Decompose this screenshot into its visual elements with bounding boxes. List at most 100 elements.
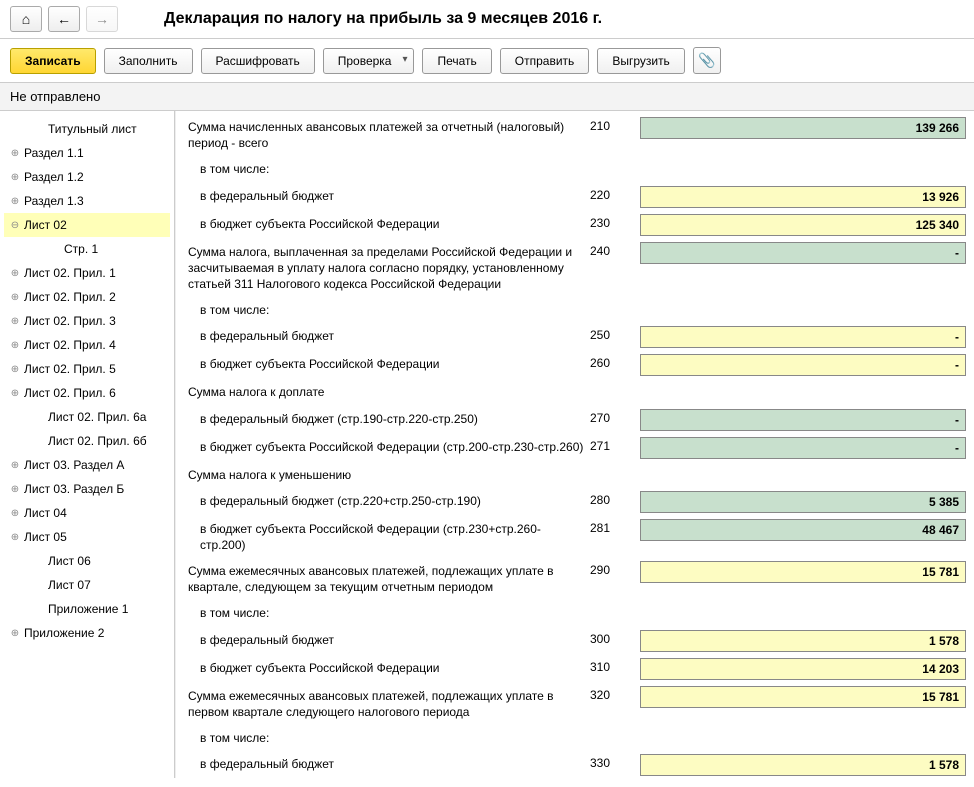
back-button[interactable]: ← — [48, 6, 80, 32]
row-code: 281 — [590, 519, 640, 535]
sidebar-item[interactable]: ⊕Раздел 1.1 — [4, 141, 170, 165]
row-label: Сумма налога, выплаченная за пределами Р… — [180, 242, 590, 295]
sidebar-item[interactable]: Лист 02. Прил. 6а — [4, 405, 170, 429]
row-label: в федеральный бюджет — [180, 630, 590, 650]
expand-icon[interactable]: ⊕ — [8, 196, 22, 207]
row-code: 320 — [590, 686, 640, 702]
sidebar-item[interactable]: Стр. 1 — [4, 237, 170, 261]
action-toolbar: Записать Заполнить Расшифровать Проверка… — [0, 39, 974, 83]
sidebar-item[interactable]: Лист 02. Прил. 6б — [4, 429, 170, 453]
value-input: 48 467 — [640, 519, 966, 541]
row-code: 280 — [590, 491, 640, 507]
form-row: в бюджет субъекта Российской Федерации (… — [180, 519, 966, 555]
form-row: в бюджет субъекта Российской Федерации (… — [180, 437, 966, 459]
sidebar-item[interactable]: ⊕Лист 03. Раздел А — [4, 453, 170, 477]
sidebar-item-label: Лист 02. Прил. 6а — [48, 410, 146, 424]
sidebar-item[interactable]: Лист 06 — [4, 549, 170, 573]
expand-icon[interactable]: ⊕ — [8, 292, 22, 303]
row-code — [590, 300, 640, 302]
sidebar-item-label: Лист 05 — [24, 530, 67, 544]
value-input[interactable]: - — [640, 326, 966, 348]
expand-icon[interactable]: ⊕ — [8, 628, 22, 639]
form-row: Сумма налога, выплаченная за пределами Р… — [180, 242, 966, 295]
sidebar-item[interactable]: Лист 07 — [4, 573, 170, 597]
value-input[interactable]: 1 578 — [640, 630, 966, 652]
fill-button[interactable]: Заполнить — [104, 48, 193, 74]
sidebar-item[interactable]: ⊖Лист 02 — [4, 213, 170, 237]
value-input[interactable]: 13 926 — [640, 186, 966, 208]
row-label: в федеральный бюджет (стр.190-стр.220-ст… — [180, 409, 590, 429]
row-code — [590, 382, 640, 384]
sidebar-item[interactable]: ⊕Лист 02. Прил. 5 — [4, 357, 170, 381]
row-label: в бюджет субъекта Российской Федерации (… — [180, 437, 590, 457]
sidebar-item-label: Лист 02. Прил. 1 — [24, 266, 116, 280]
expand-icon[interactable]: ⊕ — [8, 148, 22, 159]
value-input[interactable]: 125 340 — [640, 214, 966, 236]
expand-icon[interactable]: ⊕ — [8, 484, 22, 495]
sidebar-item[interactable]: ⊕Раздел 1.3 — [4, 189, 170, 213]
form-row: Сумма налога к уменьшению — [180, 465, 966, 485]
sidebar-item[interactable]: ⊕Лист 02. Прил. 2 — [4, 285, 170, 309]
row-code: 250 — [590, 326, 640, 342]
value-input[interactable]: - — [640, 354, 966, 376]
sidebar-item-label: Лист 02. Прил. 3 — [24, 314, 116, 328]
sidebar-item-label: Лист 03. Раздел А — [24, 458, 124, 472]
value-input[interactable]: 15 781 — [640, 561, 966, 583]
sidebar-item[interactable]: ⊕Лист 02. Прил. 1 — [4, 261, 170, 285]
row-code — [590, 159, 640, 161]
sidebar-item-label: Лист 02. Прил. 2 — [24, 290, 116, 304]
sidebar-item[interactable]: ⊕Лист 02. Прил. 3 — [4, 309, 170, 333]
sidebar-item[interactable]: ⊕Приложение 2 — [4, 621, 170, 645]
collapse-icon[interactable]: ⊖ — [8, 220, 22, 231]
forward-button[interactable]: → — [86, 6, 118, 32]
row-label: в том числе: — [180, 728, 590, 748]
attach-button[interactable]: 📎 — [693, 47, 721, 74]
row-label: Сумма ежемесячных авансовых платежей, по… — [180, 686, 590, 722]
row-code: 210 — [590, 117, 640, 133]
expand-icon[interactable]: ⊕ — [8, 268, 22, 279]
sidebar-item[interactable]: ⊕Лист 05 — [4, 525, 170, 549]
home-button[interactable]: ⌂ — [10, 6, 42, 32]
decode-button[interactable]: Расшифровать — [201, 48, 315, 74]
sidebar-item-label: Приложение 1 — [48, 602, 128, 616]
export-button[interactable]: Выгрузить — [597, 48, 685, 74]
status-bar: Не отправлено — [0, 83, 974, 111]
value-input: - — [640, 242, 966, 264]
row-label: Сумма ежемесячных авансовых платежей, по… — [180, 561, 590, 597]
sidebar-item-label: Лист 02. Прил. 6б — [48, 434, 147, 448]
row-code — [590, 603, 640, 605]
expand-icon[interactable]: ⊕ — [8, 364, 22, 375]
sidebar-item-label: Приложение 2 — [24, 626, 104, 640]
print-button[interactable]: Печать — [422, 48, 491, 74]
expand-icon[interactable]: ⊕ — [8, 532, 22, 543]
sidebar-item[interactable]: ⊕Раздел 1.2 — [4, 165, 170, 189]
expand-icon[interactable]: ⊕ — [8, 172, 22, 183]
sidebar-item-label: Лист 02. Прил. 5 — [24, 362, 116, 376]
expand-icon[interactable]: ⊕ — [8, 460, 22, 471]
form-row: в федеральный бюджет3301 578 — [180, 754, 966, 776]
form-row: Сумма начисленных авансовых платежей за … — [180, 117, 966, 153]
sidebar-item[interactable]: ⊕Лист 02. Прил. 4 — [4, 333, 170, 357]
expand-icon[interactable]: ⊕ — [8, 508, 22, 519]
sidebar-item[interactable]: ⊕Лист 02. Прил. 6 — [4, 381, 170, 405]
check-button[interactable]: Проверка — [323, 48, 415, 74]
value-input[interactable]: 1 578 — [640, 754, 966, 776]
row-label: в том числе: — [180, 603, 590, 623]
row-label: в федеральный бюджет — [180, 754, 590, 774]
save-button[interactable]: Записать — [10, 48, 96, 74]
expand-icon[interactable]: ⊕ — [8, 388, 22, 399]
value-input[interactable]: 15 781 — [640, 686, 966, 708]
row-label: в том числе: — [180, 300, 590, 320]
send-button[interactable]: Отправить — [500, 48, 590, 74]
sidebar-item[interactable]: Титульный лист — [4, 117, 170, 141]
form-row: в федеральный бюджет3001 578 — [180, 630, 966, 652]
form-row: Сумма ежемесячных авансовых платежей, по… — [180, 561, 966, 597]
expand-icon[interactable]: ⊕ — [8, 340, 22, 351]
value-input[interactable]: 14 203 — [640, 658, 966, 680]
sidebar-item[interactable]: ⊕Лист 04 — [4, 501, 170, 525]
expand-icon[interactable]: ⊕ — [8, 316, 22, 327]
row-code: 220 — [590, 186, 640, 202]
sidebar-item[interactable]: ⊕Лист 03. Раздел Б — [4, 477, 170, 501]
sidebar-item[interactable]: Приложение 1 — [4, 597, 170, 621]
row-label: в федеральный бюджет — [180, 186, 590, 206]
